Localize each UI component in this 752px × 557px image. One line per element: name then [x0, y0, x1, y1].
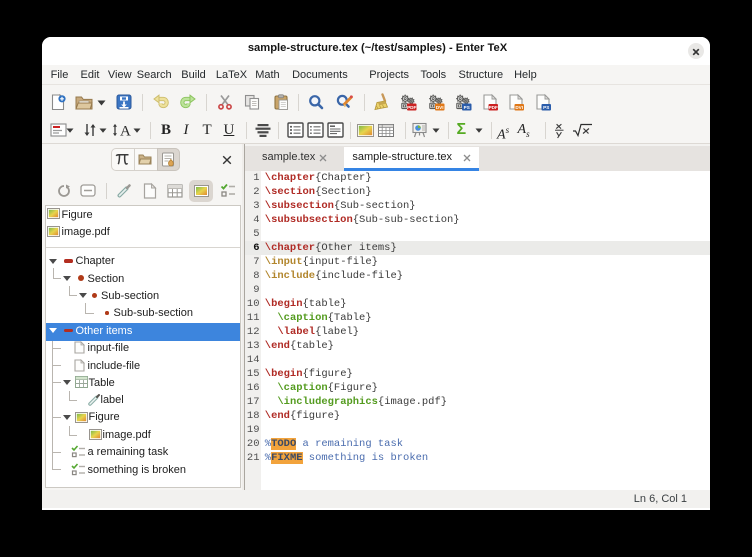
svg-text:DVI: DVI: [515, 105, 523, 110]
svg-text:PS: PS: [463, 105, 469, 110]
svg-text:PDF: PDF: [488, 105, 497, 110]
svg-text:PS: PS: [543, 105, 549, 110]
svg-text:PDF: PDF: [407, 105, 416, 110]
svg-text:A: A: [120, 124, 131, 140]
svg-text:DVI: DVI: [435, 105, 443, 110]
